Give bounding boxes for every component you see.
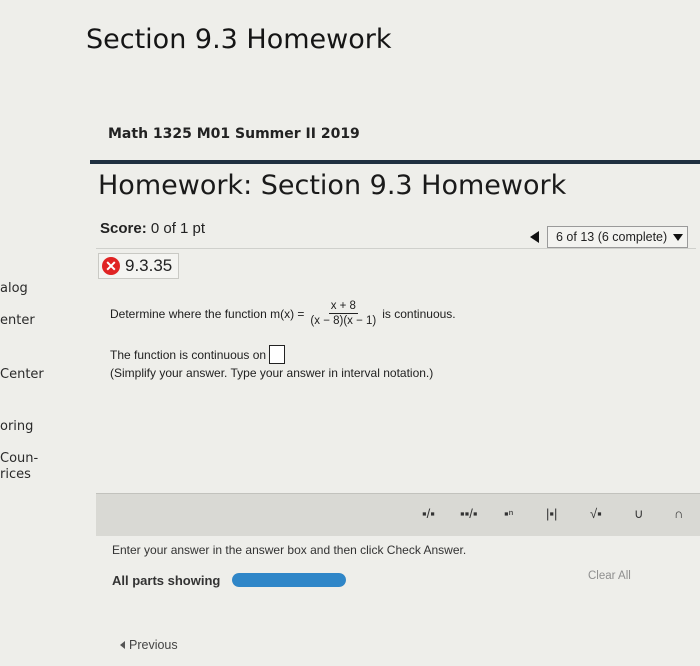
question-prompt: Determine where the function m(x) = bbox=[110, 306, 305, 321]
sidebar-item-tools-center[interactable]: Center bbox=[0, 367, 44, 382]
question-prompt-end: is continuous. bbox=[382, 306, 456, 321]
left-arrow-icon bbox=[120, 641, 125, 649]
function-fraction: x + 8 (x − 8)(x − 1) bbox=[310, 300, 376, 327]
question-text: Determine where the function m(x) = x + … bbox=[110, 300, 456, 327]
incorrect-x-icon: ✕ bbox=[102, 257, 120, 275]
union-button[interactable]: ∪ bbox=[634, 506, 644, 522]
instructions: Enter your answer in the answer box and … bbox=[112, 543, 467, 557]
score-value: 0 of 1 pt bbox=[150, 220, 206, 237]
fraction-denominator: (x − 8)(x − 1) bbox=[310, 315, 377, 327]
answer-line: The function is continuous on bbox=[110, 345, 286, 364]
header-divider bbox=[90, 160, 700, 164]
window-title: Section 9.3 Homework bbox=[86, 24, 392, 55]
question-id: 9.3.35 bbox=[125, 256, 173, 275]
question-navigation: 6 of 13 (6 complete) bbox=[530, 226, 689, 248]
fraction-numerator: x + 8 bbox=[328, 300, 358, 314]
exponent-button[interactable]: ▪ⁿ bbox=[504, 506, 513, 521]
sidebar-item-catalog[interactable]: alog bbox=[0, 281, 28, 296]
answer-label: The function is continuous on bbox=[110, 347, 267, 362]
mixed-number-button[interactable]: ▪▪/▪ bbox=[460, 506, 477, 521]
parts-progress-bar bbox=[232, 573, 346, 587]
fraction-button[interactable]: ▪/▪ bbox=[422, 506, 435, 521]
course-name: Math 1325 M01 Summer II 2019 bbox=[108, 126, 360, 142]
absolute-value-button[interactable]: |▪| bbox=[546, 506, 557, 521]
answer-hint: (Simplify your answer. Type your answer … bbox=[110, 366, 434, 380]
parts-progress-fill bbox=[232, 573, 346, 587]
score: Score: 0 of 1 pt bbox=[100, 220, 205, 237]
math-toolbar: ▪/▪ ▪▪/▪ ▪ⁿ |▪| √▪ ∪ ∩ bbox=[96, 493, 700, 536]
previous-question-icon[interactable] bbox=[530, 231, 539, 243]
question-position: 6 of 13 (6 complete) bbox=[556, 230, 668, 244]
score-label: Score: bbox=[100, 220, 147, 237]
previous-button[interactable]: Previous bbox=[120, 638, 178, 652]
answer-input[interactable] bbox=[269, 345, 286, 364]
question-id-badge: ✕ 9.3.35 bbox=[98, 253, 180, 279]
intersection-button[interactable]: ∩ bbox=[674, 506, 683, 521]
question-selector[interactable]: 6 of 13 (6 complete) bbox=[547, 226, 689, 248]
parts-label: All parts showing bbox=[112, 573, 221, 588]
sidebar-item-counseling[interactable]: Coun- bbox=[0, 451, 38, 466]
square-root-button[interactable]: √▪ bbox=[590, 506, 602, 521]
sidebar-item-tutoring[interactable]: oring bbox=[0, 419, 33, 434]
score-divider bbox=[96, 248, 696, 249]
clear-all-button[interactable]: Clear All bbox=[588, 570, 631, 582]
sidebar-item-services[interactable]: rices bbox=[0, 467, 31, 482]
caret-down-icon bbox=[673, 233, 684, 241]
sidebar-item-center[interactable]: enter bbox=[0, 313, 35, 328]
homework-title: Homework: Section 9.3 Homework bbox=[98, 170, 567, 201]
previous-label: Previous bbox=[129, 638, 178, 652]
